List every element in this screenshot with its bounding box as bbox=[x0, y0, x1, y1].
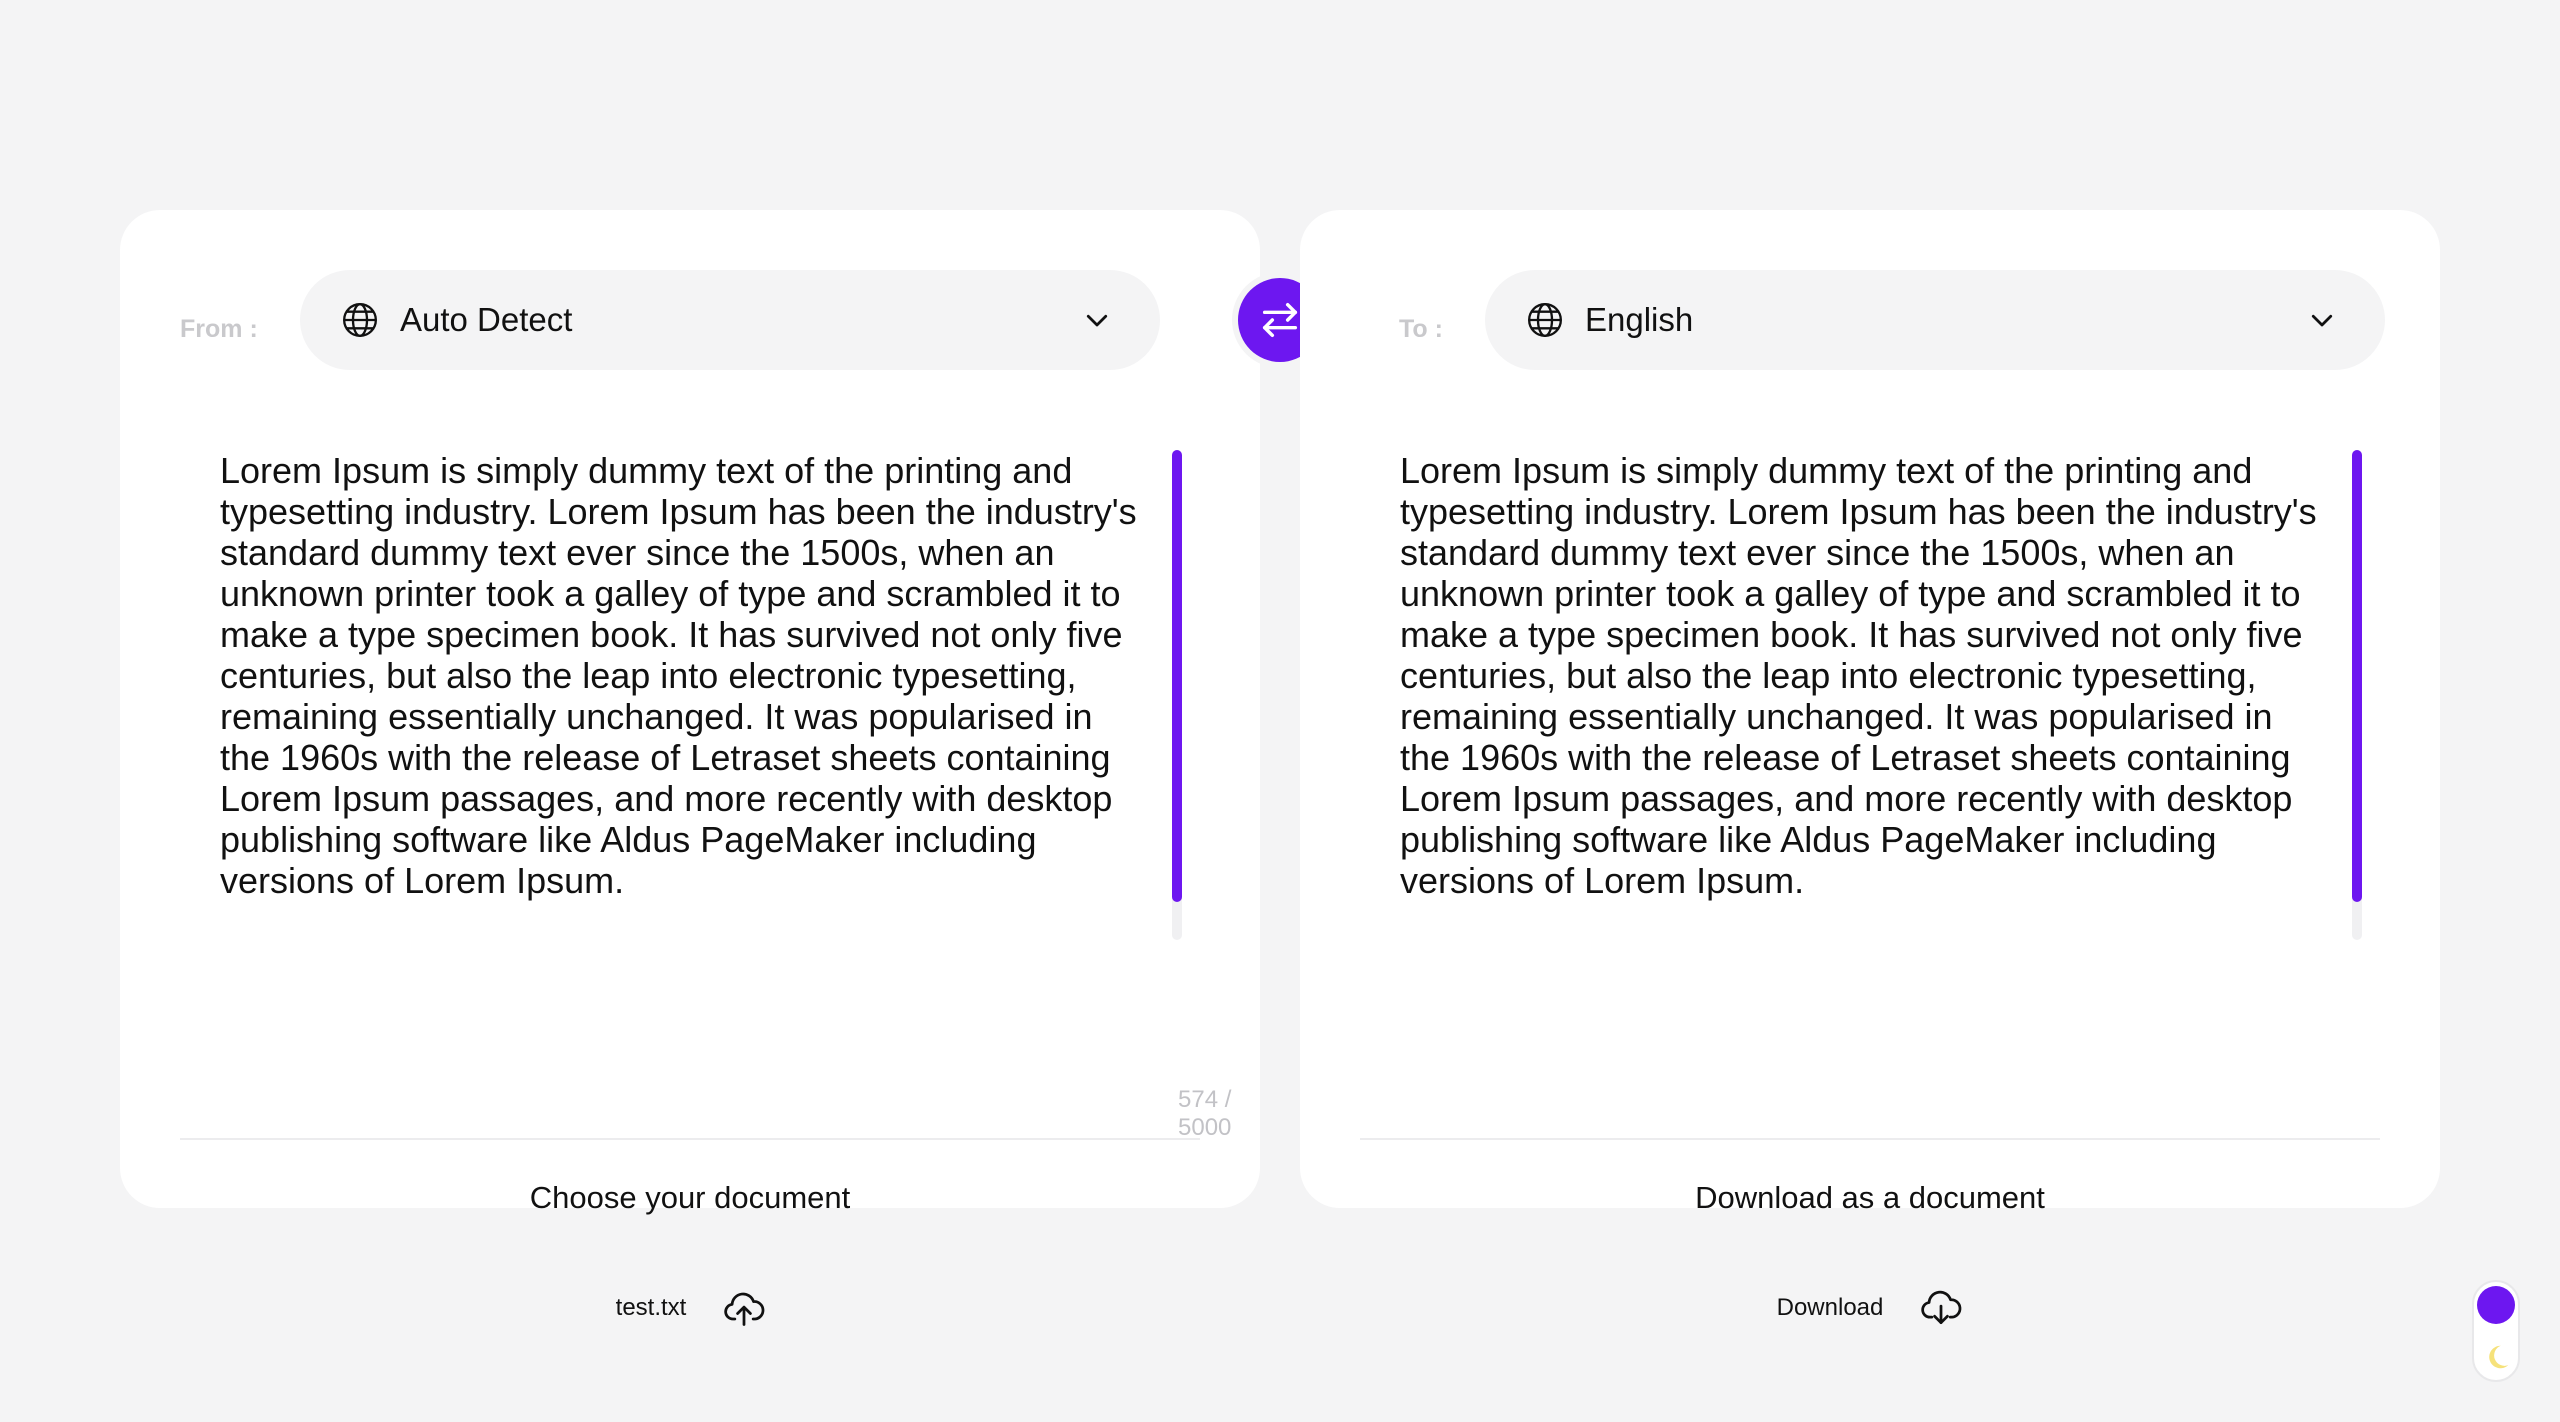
file-upload-button[interactable]: test.txt bbox=[575, 1258, 807, 1358]
globe-icon bbox=[1528, 303, 1562, 337]
target-language-select[interactable]: English bbox=[1485, 270, 2385, 370]
source-panel: Auto Detect Lorem Ipsum is simply dummy … bbox=[120, 210, 1260, 1358]
source-language-select[interactable]: Auto Detect bbox=[300, 270, 1160, 370]
target-text-area[interactable]: Lorem Ipsum is simply dummy text of the … bbox=[1400, 450, 2400, 1110]
target-scrollbar[interactable] bbox=[2352, 450, 2362, 940]
choose-document-label: Choose your document bbox=[529, 1180, 851, 1215]
source-text-area[interactable]: Lorem Ipsum is simply dummy text of the … bbox=[220, 450, 1220, 1110]
char-counter: 574 / 5000 bbox=[1178, 1086, 1232, 1141]
download-label: Download bbox=[1776, 1294, 1884, 1321]
download-document-label: Download as a document bbox=[1695, 1180, 2045, 1215]
chevron-down-icon bbox=[2311, 314, 2333, 327]
globe-icon bbox=[343, 303, 377, 337]
source-scrollbar[interactable] bbox=[1172, 450, 1182, 940]
divider bbox=[1360, 1138, 2380, 1140]
source-scrollbar-thumb[interactable] bbox=[1172, 450, 1182, 902]
to-label: To : bbox=[1399, 315, 1443, 343]
download-button[interactable]: Download bbox=[1737, 1258, 2003, 1358]
toggle-knob[interactable] bbox=[2477, 1286, 2515, 1324]
moon-icon bbox=[2489, 1345, 2509, 1369]
swap-arrows-icon bbox=[1262, 302, 1298, 338]
file-name: test.txt bbox=[615, 1294, 687, 1321]
target-scrollbar-thumb[interactable] bbox=[2352, 450, 2362, 902]
source-text[interactable]: Lorem Ipsum is simply dummy text of the … bbox=[220, 450, 1150, 1110]
target-text: Lorem Ipsum is simply dummy text of the … bbox=[1400, 450, 2317, 901]
divider bbox=[180, 1138, 1200, 1140]
target-panel: English Lorem Ipsum is simply dummy text… bbox=[1300, 210, 2440, 1358]
target-language-value: English bbox=[1585, 301, 1694, 338]
source-language-value: Auto Detect bbox=[400, 301, 573, 338]
translator-page: Auto Detect Lorem Ipsum is simply dummy … bbox=[0, 0, 2560, 1422]
from-label: From : bbox=[180, 315, 258, 343]
cloud-upload-icon bbox=[724, 1292, 765, 1326]
cloud-download-icon bbox=[1921, 1290, 1962, 1325]
theme-toggle[interactable] bbox=[2472, 1280, 2520, 1382]
chevron-down-icon bbox=[1086, 314, 1108, 327]
